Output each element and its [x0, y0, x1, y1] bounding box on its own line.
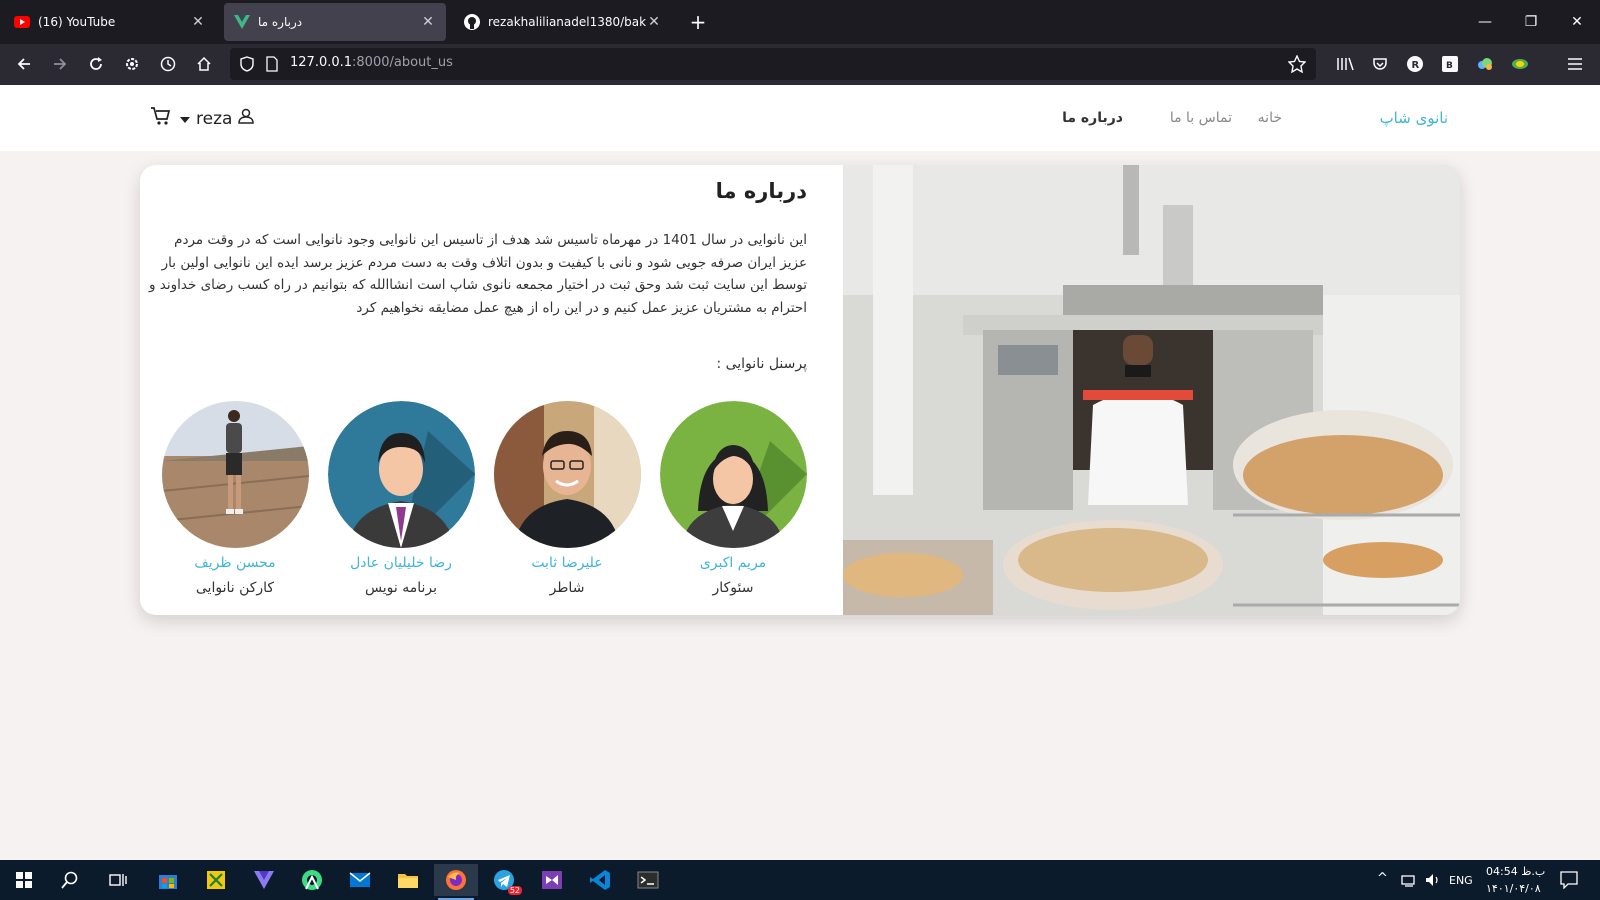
tab-about-us[interactable]: درباره ما ✕	[224, 3, 446, 41]
about-title: درباره ما	[715, 179, 807, 203]
github-icon	[464, 14, 480, 30]
close-icon[interactable]: ✕	[420, 14, 436, 30]
forward-arrow-icon[interactable]	[45, 49, 75, 79]
library-icon[interactable]	[1330, 49, 1360, 79]
history-clock-icon[interactable]	[153, 49, 183, 79]
firefox-icon[interactable]	[434, 864, 478, 900]
staff-name: رضا خلیلیان عادل	[350, 555, 452, 571]
language-indicator[interactable]: ENG	[1449, 874, 1473, 887]
snipping-tool-icon[interactable]	[194, 864, 238, 896]
window-close-button[interactable]: ✕	[1554, 0, 1600, 44]
telegram-icon[interactable]: 52	[482, 864, 526, 896]
terminal-icon[interactable]	[626, 864, 670, 896]
tab-title: درباره ما	[258, 15, 303, 29]
new-tab-button[interactable]: +	[684, 8, 712, 36]
windows-taskbar: 52 ^ ENG 04:54 ب.ظ ۱۴۰۱/۰۴/۰۸	[0, 860, 1600, 900]
restore-button[interactable]: ❐	[1508, 0, 1554, 44]
user-block: reza	[150, 105, 255, 132]
bakery-photo	[843, 165, 1460, 615]
staff-member: رضا خلیلیان عادل برنامه نویس	[327, 401, 475, 596]
tab-youtube[interactable]: (16) YouTube ✕	[4, 3, 216, 41]
url-host: 127.0.0.1	[290, 55, 353, 70]
windows-start-icon[interactable]	[2, 864, 46, 896]
reload-icon[interactable]	[81, 49, 111, 79]
notification-badge: 52	[507, 886, 522, 895]
staff-name: علیرضا ثابت	[531, 555, 603, 571]
network-icon[interactable]	[1401, 872, 1417, 891]
volume-icon[interactable]	[1425, 872, 1441, 891]
staff-member: علیرضا ثابت شاطر	[493, 401, 641, 596]
shield-icon[interactable]	[240, 56, 254, 76]
staff-name: مریم اکبری	[699, 555, 767, 571]
staff-avatar	[327, 401, 475, 548]
cart-icon[interactable]	[150, 105, 172, 132]
notification-center-icon[interactable]	[1560, 871, 1578, 893]
extension-b-icon[interactable]: B	[1435, 49, 1465, 79]
tab-title: rezakhalilianadel1380/bakeshop	[488, 15, 646, 29]
about-content: درباره ما این نانوایی در سال 1401 در مهر…	[140, 165, 843, 615]
extension-cloud-icon[interactable]	[1470, 49, 1500, 79]
task-view-icon[interactable]	[96, 864, 140, 896]
gear-icon[interactable]	[117, 49, 147, 79]
browser-tab-bar: (16) YouTube ✕ درباره ما ✕ rezakhalilian…	[0, 0, 1600, 44]
staff-role: سئوکار	[712, 580, 754, 596]
android-studio-icon[interactable]	[290, 864, 334, 896]
bookmark-star-icon[interactable]	[1287, 54, 1307, 77]
tray-chevron-up-icon[interactable]: ^	[1377, 871, 1388, 886]
svg-text:B: B	[1446, 61, 1453, 71]
nav-about-link[interactable]: درباره ما	[1062, 110, 1123, 126]
hamburger-menu-icon[interactable]	[1560, 49, 1590, 79]
about-text: این نانوایی در سال 1401 در مهرماه تاسیس …	[148, 232, 807, 316]
youtube-icon	[14, 14, 30, 30]
site-header: نانوی شاپ خانه تماس با ما درباره ما reza	[0, 85, 1600, 151]
nav-home-link[interactable]: خانه	[1258, 110, 1282, 126]
user-menu-toggle[interactable]: reza	[180, 108, 255, 129]
vscode-icon[interactable]	[578, 864, 622, 896]
staff-role: برنامه نویس	[364, 580, 438, 596]
staff-role: کارکن نانوایی	[195, 580, 275, 596]
clock-time[interactable]: 04:54 ب.ظ	[1486, 865, 1545, 878]
address-bar[interactable]: 127.0.0.1:8000/about_us	[230, 48, 1316, 80]
staff-member: مریم اکبری سئوکار	[659, 401, 807, 596]
staff-list: مریم اکبری سئوکار علیرضا ثابت شاطر رضا خ…	[147, 401, 807, 606]
about-card: درباره ما این نانوایی در سال 1401 در مهر…	[140, 165, 1460, 615]
staff-label: پرسنل نانوایی :	[716, 356, 807, 372]
home-icon[interactable]	[189, 49, 219, 79]
extension-r-icon[interactable]: R	[1400, 49, 1430, 79]
staff-avatar	[493, 401, 641, 548]
file-explorer-icon[interactable]	[386, 864, 430, 896]
visual-studio-icon[interactable]	[530, 864, 574, 896]
user-icon	[238, 108, 255, 129]
vue-icon	[234, 14, 250, 30]
staff-avatar	[161, 401, 309, 548]
staff-role: شاطر	[549, 580, 585, 596]
tab-title: (16) YouTube	[38, 15, 116, 29]
minimize-button[interactable]: —	[1462, 0, 1508, 44]
clock-date[interactable]: ۱۴۰۱/۰۴/۰۸	[1486, 882, 1541, 895]
url-text[interactable]: 127.0.0.1:8000/about_us	[290, 55, 453, 70]
tab-github[interactable]: rezakhalilianadel1380/bakeshop ✕	[454, 3, 672, 41]
nav-contact-link[interactable]: تماس با ما	[1170, 110, 1232, 126]
browser-nav-bar: 127.0.0.1:8000/about_us R B	[0, 44, 1600, 85]
username: reza	[196, 108, 233, 129]
mail-icon[interactable]	[338, 864, 382, 896]
back-arrow-icon[interactable]	[9, 49, 39, 79]
site-brand-link[interactable]: نانوی شاپ	[1380, 109, 1448, 127]
search-icon[interactable]	[48, 864, 92, 896]
staff-avatar	[659, 401, 807, 548]
close-icon[interactable]: ✕	[646, 14, 662, 30]
staff-name: محسن ظریف	[194, 555, 276, 571]
vue-app-icon[interactable]	[242, 864, 286, 896]
page-icon	[266, 56, 278, 76]
url-path: :8000/about_us	[352, 55, 453, 70]
staff-member: محسن ظریف کارکن نانوایی	[161, 401, 309, 596]
extension-globe-icon[interactable]	[1505, 49, 1535, 79]
svg-text:R: R	[1412, 60, 1420, 71]
pocket-icon[interactable]	[1365, 49, 1395, 79]
store-icon[interactable]	[146, 864, 190, 896]
chevron-down-icon	[180, 109, 190, 129]
close-icon[interactable]: ✕	[190, 14, 206, 30]
